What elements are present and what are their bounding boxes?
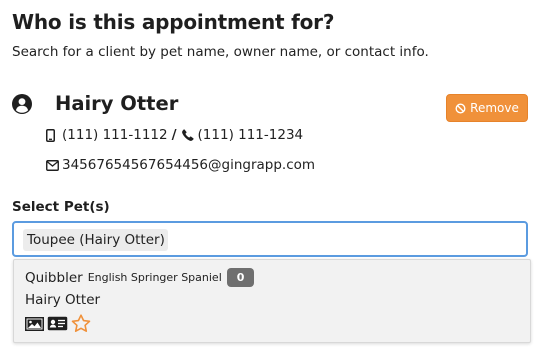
- image-icon: [25, 316, 44, 335]
- option-pet-breed: English Springer Spaniel: [87, 271, 222, 284]
- dropdown-option[interactable]: Quibbler English Springer Spaniel 0: [25, 268, 255, 287]
- mobile-phone-number[interactable]: (111) 111-1112: [62, 127, 168, 143]
- page-title: Who is this appointment for?: [12, 10, 335, 34]
- option-count-badge: 0: [226, 268, 255, 287]
- id-card-icon: [47, 316, 68, 335]
- client-email: 34567654567654456@gingrapp.com: [46, 157, 315, 173]
- selected-pet-chip[interactable]: Toupee (Hairy Otter): [23, 229, 168, 251]
- option-pet-name: Quibbler: [25, 269, 83, 286]
- pet-select-input[interactable]: Toupee (Hairy Otter): [12, 221, 528, 257]
- option-owner-name: Hairy Otter: [25, 292, 101, 308]
- client-header: Hairy Otter: [12, 92, 178, 115]
- mobile-phone-icon: [46, 128, 58, 142]
- star-outline-icon[interactable]: [71, 314, 91, 337]
- ban-icon: [455, 103, 466, 114]
- remove-button-label: Remove: [470, 101, 519, 115]
- page-subtitle: Search for a client by pet name, owner n…: [12, 44, 429, 60]
- phone-separator: /: [171, 127, 177, 143]
- envelope-icon: [46, 159, 59, 172]
- option-icons: [25, 314, 91, 337]
- pet-dropdown: Quibbler English Springer Spaniel 0 Hair…: [13, 259, 531, 343]
- user-circle-icon: [12, 93, 32, 114]
- select-pets-label: Select Pet(s): [12, 199, 110, 215]
- client-name: Hairy Otter: [55, 92, 179, 115]
- email-address[interactable]: 34567654567654456@gingrapp.com: [62, 157, 315, 173]
- phone-number[interactable]: (111) 111-1234: [198, 127, 304, 143]
- remove-client-button[interactable]: Remove: [446, 94, 528, 122]
- client-phones: (111) 111-1112 / (111) 111-1234: [46, 127, 303, 143]
- phone-icon: [181, 128, 194, 142]
